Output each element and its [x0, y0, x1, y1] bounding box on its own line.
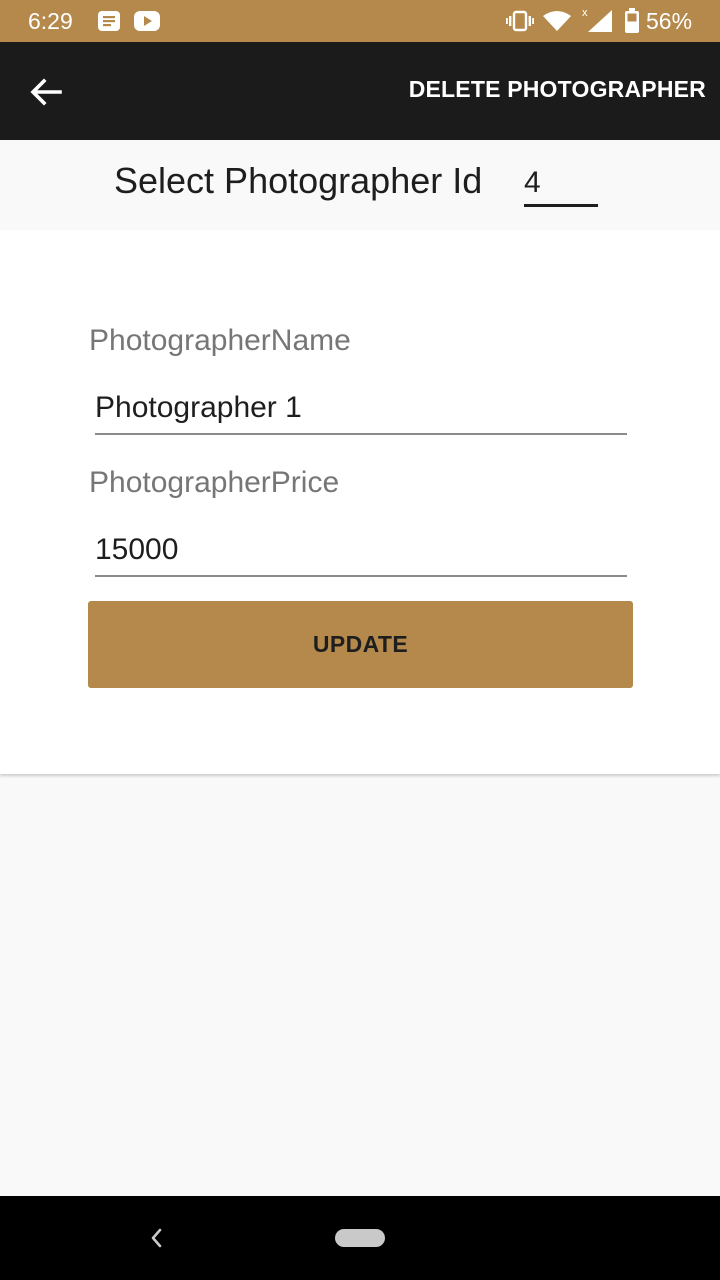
arrow-left-icon — [30, 78, 62, 106]
status-bar: 6:29 x 56% — [0, 0, 720, 42]
delete-photographer-button[interactable]: DELETE PHOTOGRAPHER — [409, 76, 706, 103]
wifi-icon — [543, 11, 571, 31]
select-id-row: Select Photographer Id 4 — [0, 140, 720, 230]
battery-icon — [625, 8, 639, 33]
photographer-name-input[interactable]: Photographer 1 — [95, 385, 627, 435]
photographer-id-input[interactable]: 4 — [524, 158, 598, 207]
battery-level: 56% — [646, 8, 693, 34]
home-pill-icon[interactable] — [335, 1229, 385, 1247]
app-toolbar: DELETE PHOTOGRAPHER — [0, 42, 720, 140]
nav-back-icon[interactable] — [144, 1224, 168, 1252]
edit-form-card: PhotographerName Photographer 1 Photogra… — [0, 230, 720, 774]
photographer-name-label: PhotographerName — [89, 324, 351, 357]
photographer-name-value: Photographer 1 — [95, 391, 302, 424]
photographer-price-input[interactable]: 15000 — [95, 527, 627, 577]
update-button-label: UPDATE — [312, 631, 409, 657]
youtube-icon — [134, 11, 160, 31]
vibrate-icon — [506, 10, 534, 32]
update-button[interactable]: UPDATE — [88, 601, 633, 688]
select-id-label: Select Photographer Id — [114, 160, 483, 201]
notes-icon — [98, 11, 120, 31]
status-time: 6:29 — [28, 8, 73, 34]
svg-text:x: x — [582, 7, 588, 19]
system-nav-bar — [0, 1196, 720, 1280]
photographer-id-value: 4 — [524, 166, 541, 199]
signal-icon: x — [582, 7, 612, 32]
photographer-price-value: 15000 — [95, 533, 179, 566]
back-button[interactable] — [22, 68, 70, 116]
photographer-price-label: PhotographerPrice — [89, 466, 340, 499]
